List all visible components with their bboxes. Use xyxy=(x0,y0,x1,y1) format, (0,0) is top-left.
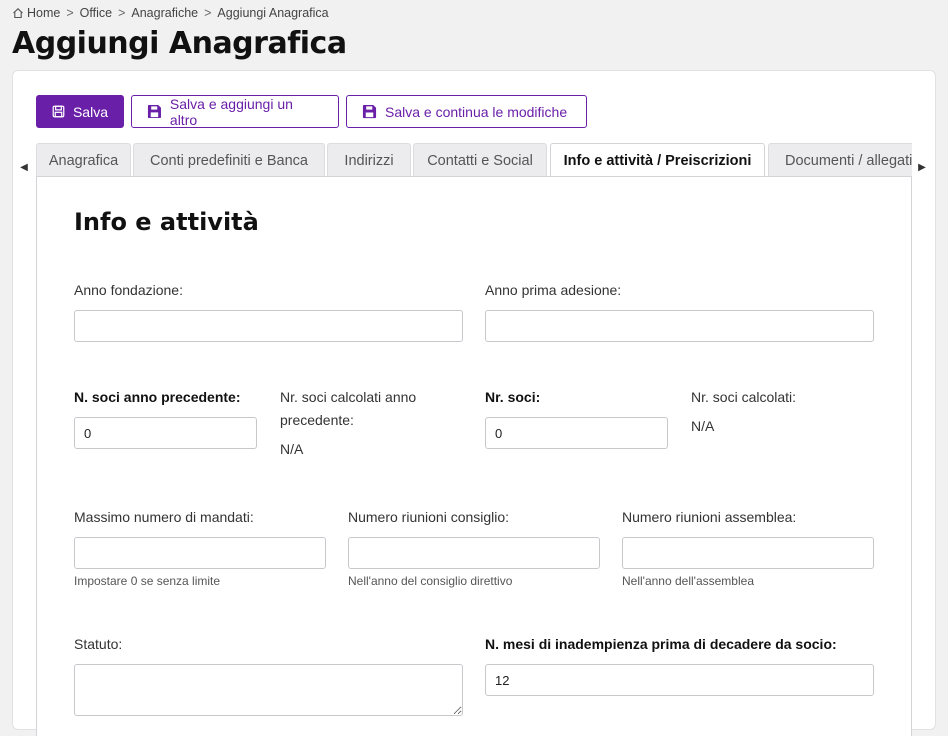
tab-anagrafica[interactable]: Anagrafica xyxy=(36,143,131,177)
save-button[interactable]: Salva xyxy=(36,95,124,128)
statuto-label: Statuto: xyxy=(74,636,123,652)
floppy-disk-icon xyxy=(147,104,161,119)
numero-riunioni-assemblea-label: Numero riunioni assemblea: xyxy=(622,509,797,525)
statuto-textarea[interactable] xyxy=(74,664,463,716)
massimo-numero-mandati-help: Impostare 0 se senza limite xyxy=(74,574,221,588)
tab-panel-info-attivita: Info e attività Anno fondazione: Anno pr… xyxy=(36,176,912,736)
breadcrumb-separator: > xyxy=(118,6,126,20)
nr-soci-calcolati-anno-precedente-label-line2: precedente: xyxy=(280,412,354,428)
breadcrumb-separator: > xyxy=(66,6,74,20)
breadcrumb-current: Aggiungi Anagrafica xyxy=(217,6,329,20)
breadcrumb-home-label: Home xyxy=(27,6,61,20)
save-and-continue-label: Salva e continua le modifiche xyxy=(385,103,568,120)
tabs-scroll-left-icon[interactable]: ◀ xyxy=(18,157,30,177)
save-and-add-label: Salva e aggiungi un altro xyxy=(169,95,293,128)
tabs-scroll-right-icon[interactable]: ▶ xyxy=(916,157,928,177)
nr-soci-calcolati-anno-precedente-label-line1: Nr. soci calcolati anno xyxy=(280,389,417,405)
breadcrumb-office[interactable]: Office xyxy=(80,6,112,20)
tab-indirizzi[interactable]: Indirizzi xyxy=(327,143,411,177)
tab-info-attivita[interactable]: Info e attività / Preiscrizioni xyxy=(550,143,765,177)
n-soci-anno-precedente-label: N. soci anno precedente: xyxy=(74,389,241,405)
numero-riunioni-assemblea-input[interactable] xyxy=(622,537,874,569)
tab-documenti-allegati[interactable]: Documenti / allegati xyxy=(768,143,912,177)
nr-soci-calcolati-label: Nr. soci calcolati: xyxy=(691,389,797,405)
floppy-disk-icon xyxy=(52,105,65,118)
breadcrumb-separator: > xyxy=(204,6,212,20)
page-title: Aggiungi Anagrafica xyxy=(12,26,347,61)
breadcrumb: Home > Office > Anagrafiche > Aggiungi A… xyxy=(12,4,329,22)
nr-soci-calcolati-value: N/A xyxy=(691,418,715,434)
tab-bar: Anagrafica Conti predefiniti e Banca Ind… xyxy=(36,143,912,177)
save-and-continue-button[interactable]: Salva e continua le modifiche xyxy=(346,95,587,128)
breadcrumb-anagrafiche[interactable]: Anagrafiche xyxy=(131,6,198,20)
n-soci-anno-precedente-input[interactable] xyxy=(74,417,257,449)
anno-fondazione-label: Anno fondazione: xyxy=(74,282,183,298)
breadcrumb-home[interactable]: Home xyxy=(12,6,60,20)
tab-conti-predefiniti-banca[interactable]: Conti predefiniti e Banca xyxy=(133,143,325,177)
numero-riunioni-consiglio-input[interactable] xyxy=(348,537,600,569)
mesi-inadempienza-input[interactable] xyxy=(485,664,874,696)
section-title: Info e attività xyxy=(74,208,259,236)
massimo-numero-mandati-label: Massimo numero di mandati: xyxy=(74,509,254,525)
anno-prima-adesione-input[interactable] xyxy=(485,310,874,342)
nr-soci-input[interactable] xyxy=(485,417,668,449)
anno-prima-adesione-label: Anno prima adesione: xyxy=(485,282,622,298)
tab-contatti-social[interactable]: Contatti e Social xyxy=(413,143,547,177)
form-card: Salva Salva e aggiungi un altro Salva e … xyxy=(12,70,936,736)
numero-riunioni-assemblea-help: Nell'anno dell'assemblea xyxy=(622,574,754,588)
massimo-numero-mandati-input[interactable] xyxy=(74,537,326,569)
numero-riunioni-consiglio-label: Numero riunioni consiglio: xyxy=(348,509,510,525)
save-and-add-button[interactable]: Salva e aggiungi un altro xyxy=(131,95,339,128)
floppy-disk-icon xyxy=(362,104,377,119)
anno-fondazione-input[interactable] xyxy=(74,310,463,342)
save-button-label: Salva xyxy=(72,103,108,120)
nr-soci-calcolati-anno-precedente-value: N/A xyxy=(280,441,304,457)
numero-riunioni-consiglio-help: Nell'anno del consiglio direttivo xyxy=(348,574,513,588)
nr-soci-label: Nr. soci: xyxy=(485,389,541,405)
home-icon xyxy=(13,8,23,19)
mesi-inadempienza-label: N. mesi di inadempienza prima di decader… xyxy=(485,636,837,652)
